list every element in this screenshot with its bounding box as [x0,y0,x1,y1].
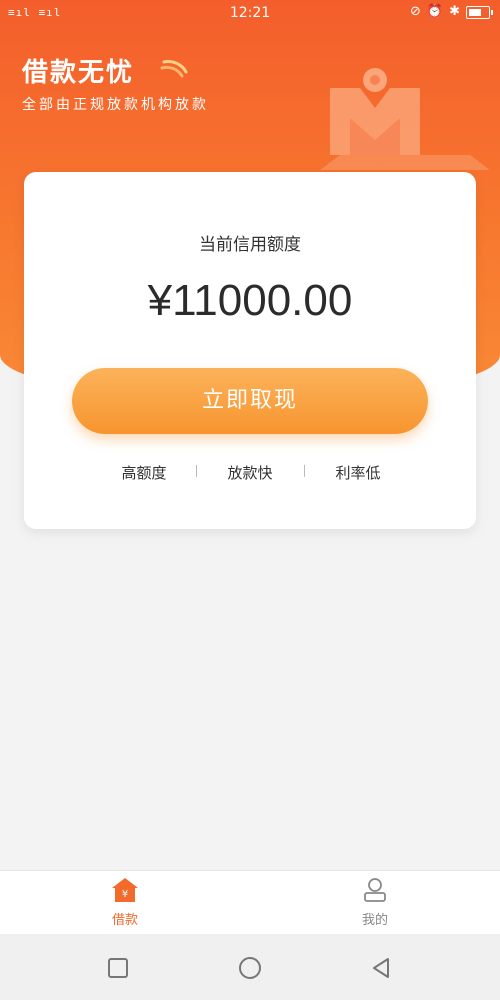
feature-high-limit: 高额度 [121,464,167,482]
credit-limit-amount: ¥11000.00 [147,276,353,325]
user-icon [364,878,386,902]
feature-fast-payout: 放款快 [227,464,273,482]
tab-mine-label: 我的 [361,913,388,928]
feature-divider [196,465,197,477]
credit-limit-label: 当前信用额度 [199,235,301,255]
android-nav-bar [0,934,500,1000]
app-subtitle: 全部由正规放款机构放款 [22,97,209,113]
app-title: 借款无忧 [22,58,135,88]
loan-home-icon: ¥ [112,878,138,902]
no-disturb-icon: ⊘ [410,4,421,19]
feature-divider [304,465,305,477]
tab-loan[interactable]: ¥ 借款 [85,877,165,928]
back-icon[interactable] [370,956,394,980]
battery-icon [466,5,493,19]
feature-list: 高额度 放款快 利率低 [24,462,476,482]
swoosh-icon [160,60,188,78]
feature-low-rate: 利率低 [335,464,381,482]
svg-text:¥: ¥ [122,889,128,900]
bottom-tab-bar: ¥ 借款 我的 [0,870,500,935]
withdraw-now-button[interactable]: 立即取现 [72,368,428,434]
status-icons: ⊘ ⏰ ✱ [410,4,493,20]
recent-apps-icon[interactable] [106,956,130,980]
status-bar: ≡ıl ≡ıl 12:21 ⊘ ⏰ ✱ [0,0,500,28]
home-icon[interactable] [238,956,262,980]
bluetooth-icon: ✱ [449,4,460,19]
credit-card-panel: 当前信用额度 ¥11000.00 立即取现 高额度 放款快 利率低 [24,172,476,529]
alarm-icon: ⏰ [426,4,444,19]
tab-mine[interactable]: 我的 [335,877,415,928]
decorative-logo-icon [320,68,490,170]
tab-loan-label: 借款 [111,913,138,928]
